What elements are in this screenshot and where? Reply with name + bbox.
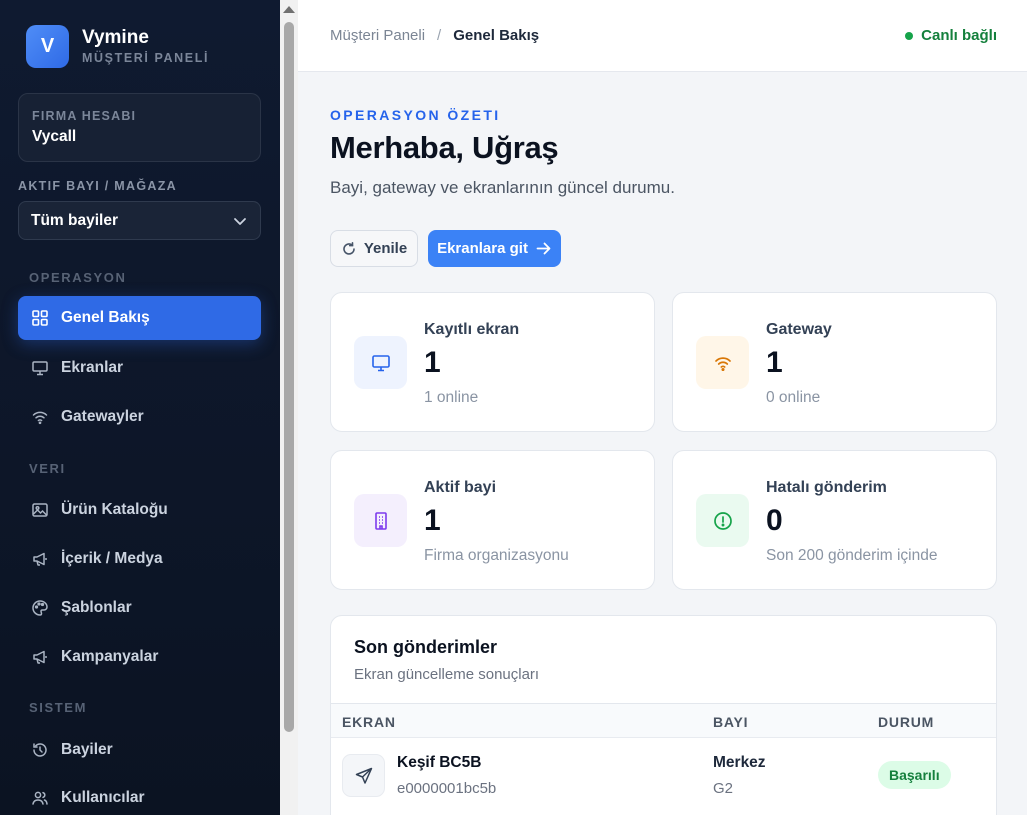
wifi-icon: [696, 336, 749, 389]
column-header-status[interactable]: DURUM: [878, 714, 934, 730]
section-operasyon: OPERASYON: [29, 270, 127, 285]
row-screen-name: Keşif BC5B: [397, 754, 482, 771]
monitor-icon: [354, 336, 407, 389]
stat-card-active-dealers[interactable]: Aktif bayi 1 Firma organizasyonu: [330, 450, 655, 590]
sidebar-item-icerik-medya[interactable]: İçerik / Medya: [18, 537, 261, 581]
section-sistem: SISTEM: [29, 700, 87, 715]
palette-icon: [31, 599, 49, 617]
stat-value: 1: [766, 346, 783, 379]
breadcrumb-separator: /: [437, 27, 442, 44]
brand-name: Vymine: [82, 27, 149, 48]
dealer-select-value: Tüm bayiler: [31, 211, 118, 229]
sidebar-item-urun-katalogu[interactable]: Ürün Kataloğu: [18, 488, 261, 532]
firm-label: FIRMA HESABI: [32, 109, 137, 123]
breadcrumb-current: Genel Bakış: [453, 27, 540, 44]
stat-label: Aktif bayi: [424, 479, 497, 496]
sidebar-item-label: Ekranlar: [61, 359, 124, 376]
chevron-down-icon: [234, 217, 246, 225]
brand-subtitle: MÜŞTERİ PANELİ: [82, 51, 210, 65]
row-dealer: Merkez: [713, 754, 766, 771]
sidebar-item-label: Kullanıcılar: [61, 789, 145, 806]
table-row[interactable]: Keşif BC5B e0000001bc5b Merkez G2 Başarı…: [331, 739, 996, 815]
refresh-button-label: Yenile: [363, 240, 408, 257]
sidebar-item-label: Ürün Kataloğu: [61, 501, 168, 518]
panel-subtitle: Ekran güncelleme sonuçları: [354, 666, 540, 683]
sidebar-item-label: Bayiler: [61, 741, 113, 758]
panel-title: Son gönderimler: [354, 637, 498, 657]
building-icon: [354, 494, 407, 547]
page-kicker: OPERASYON ÖZETI: [330, 107, 501, 123]
arrow-right-icon: [536, 242, 551, 255]
wifi-icon: [31, 408, 49, 426]
sidebar-item-kullanicilar[interactable]: Kullanıcılar: [18, 776, 261, 815]
stat-label: Kayıtlı ekran: [424, 321, 520, 338]
dealer-select-label: AKTIF BAYI / MAĞAZA: [18, 179, 177, 193]
image-icon: [31, 501, 49, 519]
stat-card-gateways[interactable]: Gateway 1 0 online: [672, 292, 997, 432]
sidebar-item-ekranlar[interactable]: Ekranlar: [18, 346, 261, 390]
stat-value: 1: [424, 504, 441, 537]
row-group: G2: [713, 780, 734, 797]
stat-label: Gateway: [766, 321, 832, 338]
stat-value: 1: [424, 346, 441, 379]
sidebar-item-gatewayler[interactable]: Gatewayler: [18, 395, 261, 439]
sidebar: V Vymine MÜŞTERİ PANELİ FIRMA HESABI Vyc…: [0, 0, 280, 815]
sidebar-item-label: İçerik / Medya: [61, 550, 163, 567]
sidebar-item-label: Genel Bakış: [61, 309, 150, 326]
status-dot-icon: [905, 31, 914, 40]
alert-circle-icon: [696, 494, 749, 547]
stat-sub: 1 online: [424, 389, 479, 406]
sidebar-item-sablonlar[interactable]: Şablonlar: [18, 586, 261, 630]
users-icon: [31, 789, 49, 807]
brand[interactable]: V Vymine MÜŞTERİ PANELİ: [26, 25, 209, 68]
stat-value: 0: [766, 504, 783, 537]
stat-label: Hatalı gönderim: [766, 479, 887, 496]
history-icon: [31, 741, 49, 759]
status-badge: Başarılı: [878, 761, 951, 789]
send-icon: [342, 754, 385, 797]
topbar: Müşteri Paneli / Genel Bakış Canlı bağlı: [298, 0, 1027, 72]
megaphone-icon: [31, 550, 49, 568]
grid-icon: [31, 309, 49, 327]
page-description: Bayi, gateway ve ekranlarının güncel dur…: [330, 178, 675, 197]
stat-card-screens[interactable]: Kayıtlı ekran 1 1 online: [330, 292, 655, 432]
main-content: OPERASYON ÖZETI Merhaba, Uğraş Bayi, gat…: [298, 72, 1027, 815]
stat-sub: Firma organizasyonu: [424, 547, 569, 564]
stat-sub: Son 200 gönderim içinde: [766, 547, 938, 564]
sidebar-item-label: Gatewayler: [61, 408, 144, 425]
sidebar-item-genel-bakis[interactable]: Genel Bakış: [18, 296, 261, 340]
megaphone-icon: [31, 648, 49, 666]
column-header-dealer[interactable]: BAYI: [713, 714, 748, 730]
page-title: Merhaba, Uğraş: [330, 130, 559, 165]
sidebar-item-bayiler[interactable]: Bayiler: [18, 728, 261, 772]
live-status: Canlı bağlı: [905, 27, 997, 44]
scroll-up-arrow-icon[interactable]: [283, 6, 295, 13]
column-header-screen[interactable]: EKRAN: [342, 714, 396, 730]
breadcrumb: Müşteri Paneli / Genel Bakış: [330, 27, 539, 44]
recent-sends-panel: Son gönderimler Ekran güncelleme sonuçla…: [330, 615, 997, 815]
sidebar-item-kampanyalar[interactable]: Kampanyalar: [18, 635, 261, 679]
brand-logo: V: [26, 25, 69, 68]
go-button-label: Ekranlara git: [437, 240, 528, 257]
refresh-icon: [343, 241, 355, 255]
section-veri: VERI: [29, 461, 66, 476]
stat-card-failed-sends[interactable]: Hatalı gönderim 0 Son 200 gönderim içind…: [672, 450, 997, 590]
firm-value: Vycall: [32, 128, 77, 145]
breadcrumb-root[interactable]: Müşteri Paneli: [330, 27, 425, 44]
go-to-screens-button[interactable]: Ekranlara git: [428, 230, 561, 267]
refresh-button[interactable]: Yenile: [330, 230, 418, 267]
stat-sub: 0 online: [766, 389, 821, 406]
firm-account-box: FIRMA HESABI Vycall: [18, 93, 261, 162]
row-screen-mac: e0000001bc5b: [397, 780, 497, 797]
sidebar-scrollbar-thumb[interactable]: [284, 22, 294, 732]
sidebar-item-label: Kampanyalar: [61, 648, 159, 665]
table-header: EKRAN BAYI DURUM: [331, 703, 996, 738]
dealer-select[interactable]: Tüm bayiler: [18, 201, 261, 240]
sidebar-item-label: Şablonlar: [61, 599, 132, 616]
live-status-label: Canlı bağlı: [921, 27, 997, 44]
monitor-icon: [31, 359, 49, 377]
